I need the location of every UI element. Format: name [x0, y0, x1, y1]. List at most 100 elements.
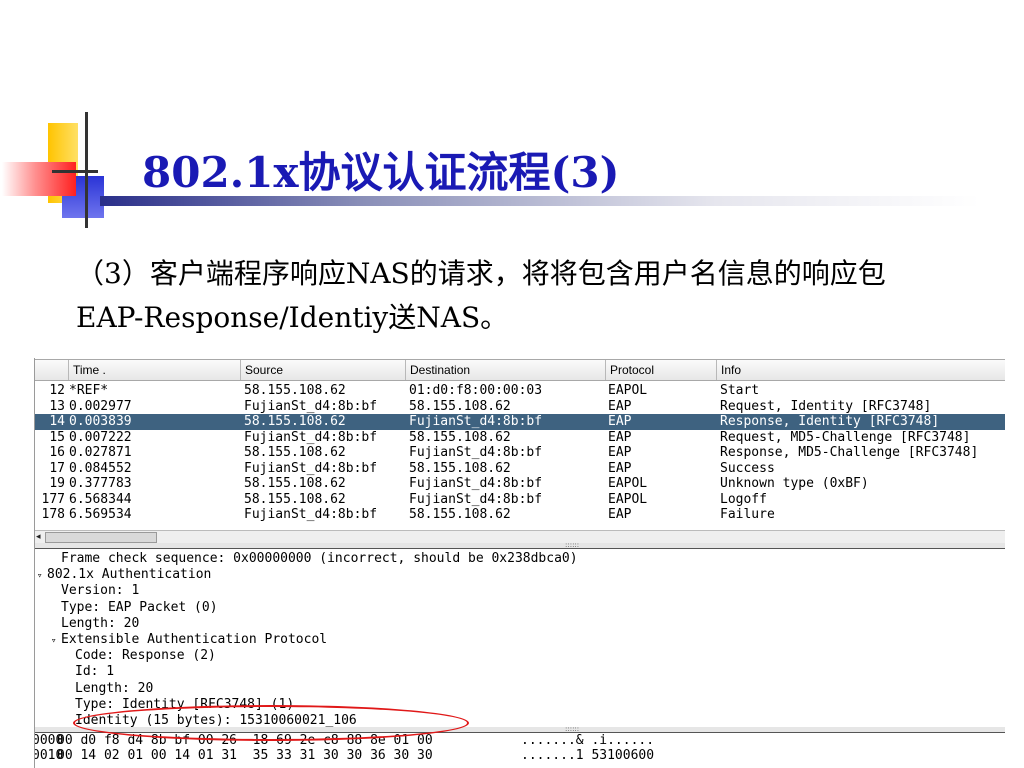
packet-cell-destination: 01:d0:f8:00:00:03: [409, 383, 543, 398]
detail-line[interactable]: Length: 20: [35, 681, 1005, 697]
packet-cell-info: Unknown type (0xBF): [720, 476, 869, 491]
slide-title: 802.1x协议认证流程(3): [142, 148, 620, 197]
column-header-time[interactable]: Time .: [68, 360, 240, 380]
packet-cell-info: Response, MD5-Challenge [RFC3748]: [720, 445, 979, 460]
grip-icon[interactable]: ::::::: [565, 726, 579, 733]
detail-text: 802.1x Authentication: [47, 567, 212, 583]
scroll-left-arrow-icon[interactable]: ◂: [36, 531, 41, 543]
packet-cell-no: 178: [41, 507, 65, 522]
packet-cell-destination: FujianSt_d4:8b:bf: [409, 491, 543, 507]
packet-cell-no: 16: [49, 445, 65, 460]
packet-details-pane: Frame check sequence: 0x00000000 (incorr…: [35, 551, 1005, 729]
packet-cell-protocol: EAP: [608, 429, 632, 445]
column-header-source[interactable]: Source: [240, 360, 405, 380]
detail-text: Code: Response (2): [75, 648, 216, 664]
packet-cell-source: 58.155.108.62: [244, 491, 346, 507]
packet-cell-source: 58.155.108.62: [244, 476, 346, 491]
packet-cell-destination: FujianSt_d4:8b:bf: [409, 476, 543, 491]
packet-cell-source: FujianSt_d4:8b:bf: [244, 429, 378, 445]
packet-cell-time: 0.027871: [69, 445, 132, 460]
detail-text: Length: 20: [61, 615, 140, 631]
detail-text: Version: 1: [61, 583, 140, 599]
packet-cell-time: 6.569534: [69, 507, 132, 522]
packet-cell-info: Failure: [720, 507, 775, 522]
packet-cell-time: 0.007222: [69, 429, 132, 445]
wireshark-screenshot: Time . Source Destination Protocol Info …: [34, 358, 1005, 768]
packet-cell-destination: 58.155.108.62: [409, 507, 511, 522]
packet-cell-protocol: EAPOL: [608, 383, 648, 398]
packet-cell-protocol: EAP: [608, 414, 632, 429]
detail-line[interactable]: ▿ 802.1x Authentication: [35, 567, 1005, 583]
packet-cell-source: FujianSt_d4:8b:bf: [244, 460, 378, 476]
packet-cell-destination: 58.155.108.62: [409, 398, 511, 414]
packet-cell-info: Request, Identity [RFC3748]: [720, 398, 932, 414]
detail-text: Type: EAP Packet (0): [61, 599, 218, 615]
packet-cell-no: 13: [49, 398, 65, 414]
column-header-destination[interactable]: Destination: [405, 360, 605, 380]
detail-line[interactable]: Id: 1: [35, 664, 1005, 680]
detail-line[interactable]: Type: EAP Packet (0): [35, 600, 1005, 616]
column-header-no[interactable]: [35, 360, 68, 380]
packet-row[interactable]: 15 0.007222 FujianSt_d4:8b:bf 58.155.108.62…: [35, 430, 1005, 446]
packet-cell-protocol: EAPOL: [608, 491, 648, 507]
packet-cell-time: 6.568344: [69, 491, 132, 507]
packet-row[interactable]: 178 6.569534 FujianSt_d4:8b:bf 58.155.108.6…: [35, 507, 1005, 523]
hex-bytes: 00 14 02 01 00 14 01 31 35 33 31 30 30 3…: [57, 748, 433, 763]
expand-triangle-icon[interactable]: ▿: [37, 568, 47, 584]
detail-line[interactable]: Frame check sequence: 0x00000000 (incorr…: [35, 551, 1005, 567]
hex-ascii: .......1 53100600: [521, 748, 655, 763]
detail-line[interactable]: ▿ Extensible Authentication Protocol: [35, 632, 1005, 648]
packet-cell-no: 14: [49, 414, 65, 429]
detail-line[interactable]: Code: Response (2): [35, 648, 1005, 664]
packet-cell-destination: 58.155.108.62: [409, 429, 511, 445]
grip-icon[interactable]: ::::::: [565, 542, 579, 549]
hex-ascii: .......& .i......: [521, 733, 655, 748]
pane-splitter[interactable]: ::::::: [35, 542, 1005, 549]
packet-list: 12 *REF* 58.155.108.62 01:d0:f8:00:00:03 EAP…: [35, 383, 1005, 523]
packet-cell-protocol: EAP: [608, 460, 632, 476]
packet-list-header: Time . Source Destination Protocol Info: [35, 359, 1005, 381]
expand-triangle-icon[interactable]: ▿: [51, 633, 61, 649]
detail-line[interactable]: Length: 20: [35, 616, 1005, 632]
packet-cell-no: 19: [49, 476, 65, 491]
packet-cell-no: 12: [49, 383, 65, 398]
packet-cell-time: *REF*: [69, 383, 109, 398]
packet-cell-destination: FujianSt_d4:8b:bf: [409, 445, 543, 460]
slide-body-text: （3）客户端程序响应NAS的请求，将将包含用户名信息的响应包EAP-Respon…: [76, 257, 886, 334]
packet-cell-time: 0.084552: [69, 460, 132, 476]
packet-list-horizontal-scrollbar[interactable]: ◂: [35, 530, 1005, 544]
packet-cell-protocol: EAP: [608, 507, 632, 522]
packet-cell-time: 0.002977: [69, 398, 132, 414]
packet-row[interactable]: 17 0.084552 FujianSt_d4:8b:bf 58.155.108.62…: [35, 461, 1005, 477]
packet-row[interactable]: 12 *REF* 58.155.108.62 01:d0:f8:00:00:03 EAP…: [35, 383, 1005, 399]
packet-cell-info: Response, Identity [RFC3748]: [720, 414, 940, 429]
packet-cell-time: 0.003839: [69, 414, 132, 429]
packet-row[interactable]: 14 0.003839 58.155.108.62 FujianSt_d4:8b:bf…: [35, 414, 1005, 430]
hex-line[interactable]: 0010 00 14 02 01 00 14 01 31 35 33 31 30 …: [35, 748, 1005, 763]
packet-cell-info: Success: [720, 460, 775, 476]
packet-cell-time: 0.377783: [69, 476, 132, 491]
packet-cell-no: 17: [49, 460, 65, 476]
detail-text: Length: 20: [75, 680, 154, 696]
packet-cell-protocol: EAPOL: [608, 476, 648, 491]
detail-line[interactable]: Version: 1: [35, 583, 1005, 599]
column-header-protocol[interactable]: Protocol: [605, 360, 716, 380]
packet-cell-info: Request, MD5-Challenge [RFC3748]: [720, 429, 971, 445]
packet-cell-source: FujianSt_d4:8b:bf: [244, 507, 378, 522]
packet-row[interactable]: 16 0.027871 58.155.108.62 FujianSt_d4:8b:bf…: [35, 445, 1005, 461]
packet-row[interactable]: 19 0.377783 58.155.108.62 FujianSt_d4:8b:bf…: [35, 476, 1005, 492]
packet-row[interactable]: 13 0.002977 FujianSt_d4:8b:bf 58.155.108.62…: [35, 399, 1005, 415]
logo-red-fade-bar: [2, 162, 76, 196]
detail-text: Id: 1: [75, 664, 115, 680]
packet-cell-destination: FujianSt_d4:8b:bf: [409, 414, 543, 429]
packet-cell-protocol: EAP: [608, 445, 632, 460]
highlight-ellipse: [73, 705, 469, 741]
column-header-info[interactable]: Info: [716, 360, 1005, 380]
packet-cell-info: Logoff: [720, 491, 767, 507]
scrollbar-thumb[interactable]: [45, 532, 157, 543]
packet-cell-source: 58.155.108.62: [244, 383, 346, 398]
packet-cell-no: 15: [49, 429, 65, 445]
packet-row[interactable]: 177 6.568344 58.155.108.62 FujianSt_d4:8b:b…: [35, 492, 1005, 508]
detail-text: Frame check sequence: 0x00000000 (incorr…: [61, 551, 578, 566]
packet-cell-source: 58.155.108.62: [244, 414, 346, 429]
